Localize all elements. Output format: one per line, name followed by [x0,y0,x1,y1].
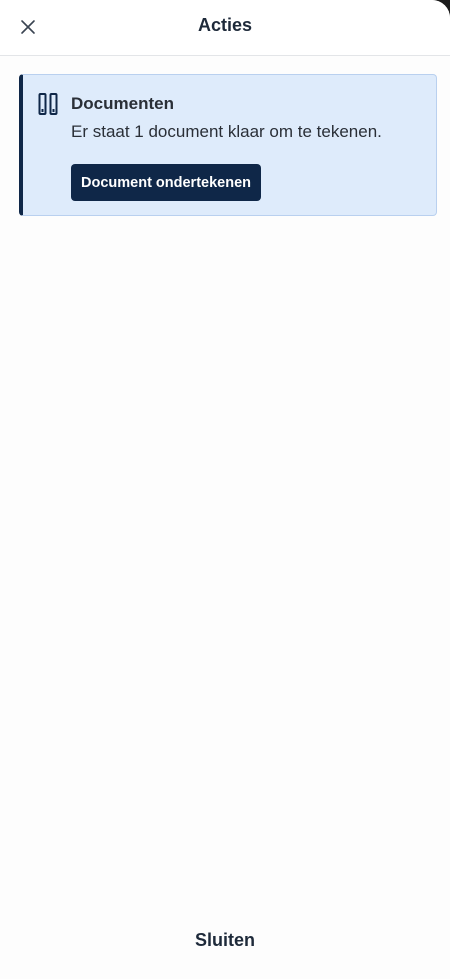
close-text-button[interactable]: Sluiten [0,930,450,951]
card-description: Er staat 1 document klaar om te tekenen. [71,122,382,141]
actions-sheet: Acties Documenten Er staat 1 document kl… [0,0,450,979]
card-title: Documenten [71,94,174,113]
page-title: Acties [197,15,253,35]
sign-document-button[interactable]: Document ondertekenen [71,164,261,201]
sheet-header: Acties [0,0,450,56]
documents-card: Documenten Er staat 1 document klaar om … [19,74,437,216]
documents-icon [38,93,58,115]
